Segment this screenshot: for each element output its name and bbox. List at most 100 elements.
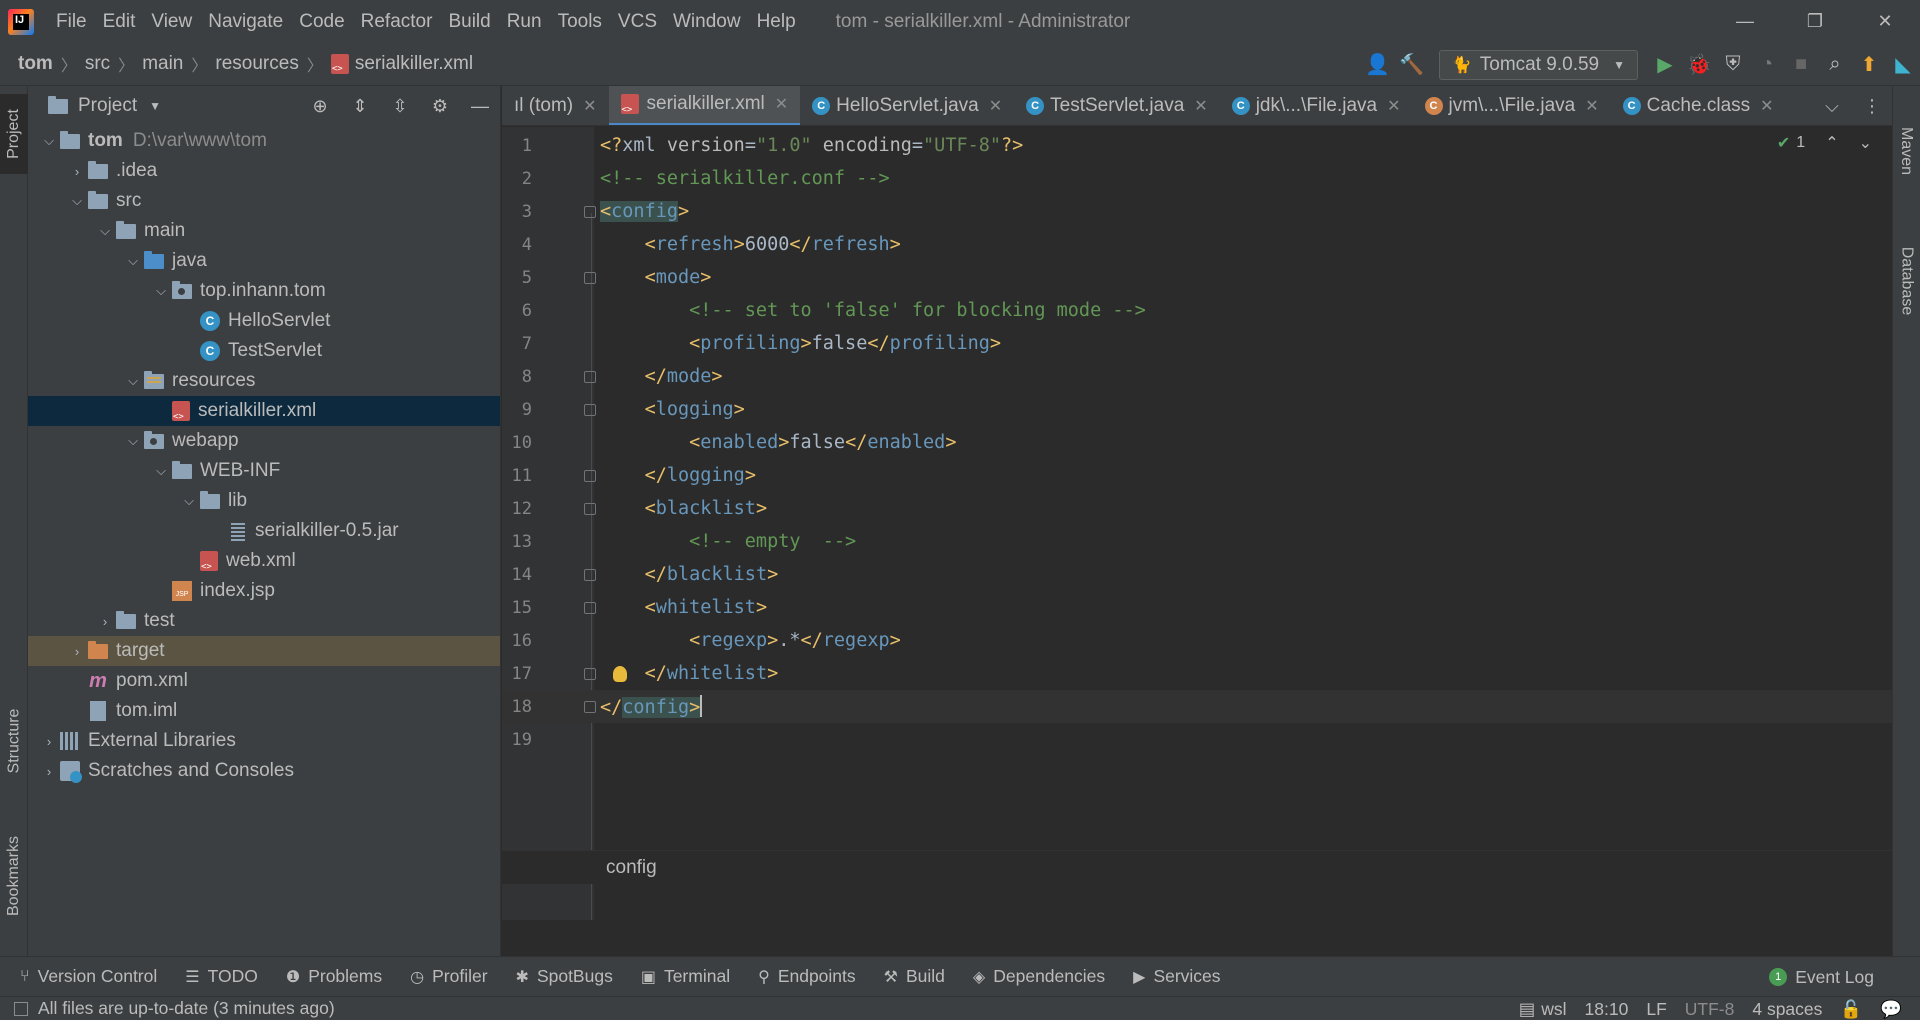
- database-tool-tab[interactable]: Database: [1892, 216, 1920, 346]
- debug-icon[interactable]: 🐞: [1682, 48, 1716, 82]
- chevron-down-icon[interactable]: ⌵: [66, 193, 88, 209]
- chevron-down-icon[interactable]: ⌵: [1812, 96, 1852, 117]
- tab-jdk-file[interactable]: Cjdk\...\File.java ✕: [1220, 86, 1413, 125]
- tree-item-helloservlet[interactable]: ›CHelloServlet: [28, 306, 500, 336]
- tree-item-package[interactable]: ⌵ top.inhann.tom: [28, 276, 500, 306]
- tree-item-serialkiller-xml[interactable]: ›serialkiller.xml: [28, 396, 500, 426]
- chevron-down-icon[interactable]: ⌵: [122, 253, 144, 269]
- menu-file[interactable]: File: [48, 11, 95, 33]
- run-configuration-select[interactable]: 🐈 Tomcat 9.0.59 ▼: [1438, 49, 1638, 80]
- structure-tool-tab[interactable]: Structure: [0, 686, 28, 796]
- status-caret-position[interactable]: 18:10: [1585, 999, 1629, 1020]
- tree-item-webapp[interactable]: ⌵ webapp: [28, 426, 500, 456]
- tree-item-web-inf[interactable]: ⌵ WEB-INF: [28, 456, 500, 486]
- fold-icon[interactable]: [584, 701, 596, 713]
- gear-icon[interactable]: ⚙: [420, 96, 460, 117]
- menu-vcs[interactable]: VCS: [610, 11, 665, 33]
- close-icon[interactable]: ✕: [989, 96, 1002, 116]
- tool-dependencies[interactable]: ◈ Dependencies: [973, 966, 1105, 987]
- profile-icon[interactable]: ◔: [1750, 48, 1784, 82]
- close-icon[interactable]: ✕: [775, 94, 788, 114]
- status-line-separator[interactable]: LF: [1646, 999, 1666, 1020]
- more-icon[interactable]: ⋮: [1852, 96, 1892, 117]
- chevron-down-icon[interactable]: ▼: [149, 99, 161, 113]
- user-icon[interactable]: 👤: [1361, 48, 1395, 82]
- menu-help[interactable]: Help: [749, 11, 804, 33]
- close-icon[interactable]: ✕: [1194, 96, 1207, 116]
- tree-item-src[interactable]: ⌵ src: [28, 186, 500, 216]
- tree-item-main[interactable]: ⌵ main: [28, 216, 500, 246]
- breadcrumb-item-main[interactable]: main: [142, 53, 183, 75]
- chevron-right-icon[interactable]: ›: [94, 614, 116, 629]
- menu-code[interactable]: Code: [291, 11, 352, 33]
- toggle-tool-windows-icon[interactable]: [14, 1001, 28, 1016]
- fold-icon[interactable]: [584, 569, 596, 581]
- code-editor[interactable]: 1 <?xml version="1.0" encoding="UTF-8"?>…: [502, 127, 1892, 920]
- bookmarks-tool-tab[interactable]: Bookmarks: [0, 816, 28, 936]
- fold-icon[interactable]: [584, 371, 596, 383]
- fold-icon[interactable]: [584, 206, 596, 218]
- tool-profiler[interactable]: ◷ Profiler: [410, 966, 487, 987]
- menu-refactor[interactable]: Refactor: [353, 11, 441, 33]
- inspection-widget[interactable]: ✔ 1 ⌃ ⌄: [1777, 133, 1872, 153]
- menu-build[interactable]: Build: [440, 11, 498, 33]
- chevron-down-icon[interactable]: ⌵: [38, 133, 60, 149]
- fold-icon[interactable]: [584, 404, 596, 416]
- expand-all-icon[interactable]: ⇕: [340, 96, 380, 117]
- chevron-down-icon[interactable]: ⌵: [150, 283, 172, 299]
- hide-icon[interactable]: —: [460, 96, 500, 117]
- unlock-icon[interactable]: 🔓: [1840, 999, 1862, 1020]
- tab-cache-class[interactable]: C Cache.class ✕: [1611, 86, 1786, 125]
- chevron-down-icon[interactable]: ⌵: [178, 493, 200, 509]
- tree-item-scratches[interactable]: › Scratches and Consoles: [28, 756, 500, 786]
- menu-tools[interactable]: Tools: [550, 11, 610, 33]
- tree-item-web-xml[interactable]: ›web.xml: [28, 546, 500, 576]
- tab-testservlet[interactable]: C TestServlet.java ✕: [1014, 86, 1220, 125]
- tool-terminal[interactable]: ▣ Terminal: [641, 966, 730, 987]
- tree-item-target[interactable]: › target: [28, 636, 500, 666]
- menu-navigate[interactable]: Navigate: [200, 11, 291, 33]
- tree-item-pom-xml[interactable]: ›mpom.xml: [28, 666, 500, 696]
- notifications-icon[interactable]: 💬: [1880, 999, 1902, 1020]
- tree-item-test[interactable]: › test: [28, 606, 500, 636]
- run-icon[interactable]: ▶: [1648, 48, 1682, 82]
- close-icon[interactable]: ✕: [1760, 96, 1773, 116]
- tool-build[interactable]: ⚒ Build: [884, 966, 945, 987]
- chevron-down-icon[interactable]: ⌵: [150, 463, 172, 479]
- code-with-me-icon[interactable]: ◣: [1886, 48, 1920, 82]
- tab-serialkiller-xml[interactable]: serialkiller.xml ✕: [608, 86, 801, 125]
- breadcrumb-item-resources[interactable]: resources: [215, 53, 298, 75]
- coverage-icon[interactable]: ⛨: [1716, 48, 1750, 82]
- build-hammer-icon[interactable]: 🔨: [1395, 48, 1429, 82]
- tree-item-resources[interactable]: ⌵ resources: [28, 366, 500, 396]
- update-icon[interactable]: ⬆: [1852, 48, 1886, 82]
- tree-item-idea[interactable]: › .idea: [28, 156, 500, 186]
- fold-icon[interactable]: [584, 272, 596, 284]
- tree-item-external-libraries[interactable]: › External Libraries: [28, 726, 500, 756]
- locate-icon[interactable]: ⊕: [300, 96, 340, 117]
- close-icon[interactable]: ✕: [1585, 96, 1598, 116]
- chevron-down-icon[interactable]: ⌵: [122, 373, 144, 389]
- tab-jvm-file[interactable]: Cjvm\...\File.java ✕: [1413, 86, 1611, 125]
- collapse-all-icon[interactable]: ⇳: [380, 96, 420, 117]
- close-icon[interactable]: ✕: [583, 96, 596, 116]
- status-encoding[interactable]: UTF-8: [1685, 999, 1735, 1020]
- menu-window[interactable]: Window: [665, 11, 749, 33]
- stop-icon[interactable]: ■: [1784, 48, 1818, 82]
- chevron-right-icon[interactable]: ›: [38, 734, 60, 749]
- chevron-up-icon[interactable]: ⌃: [1825, 133, 1838, 153]
- tool-spotbugs[interactable]: ✱ SpotBugs: [516, 966, 613, 987]
- tree-item-testservlet[interactable]: ›CTestServlet: [28, 336, 500, 366]
- menu-view[interactable]: View: [143, 11, 200, 33]
- menu-edit[interactable]: Edit: [95, 11, 144, 33]
- tree-item-java[interactable]: ⌵ java: [28, 246, 500, 276]
- editor-breadcrumb-item[interactable]: config: [606, 857, 657, 879]
- breadcrumb-item-src[interactable]: src: [85, 53, 110, 75]
- chevron-right-icon[interactable]: ›: [38, 764, 60, 779]
- chevron-right-icon[interactable]: ›: [66, 644, 88, 659]
- tree-item-tom-iml[interactable]: ›tom.iml: [28, 696, 500, 726]
- status-wsl[interactable]: wsl: [1541, 999, 1566, 1020]
- search-icon[interactable]: ⌕: [1818, 48, 1852, 82]
- fold-icon[interactable]: [584, 668, 596, 680]
- restore-button[interactable]: ❐: [1780, 0, 1850, 43]
